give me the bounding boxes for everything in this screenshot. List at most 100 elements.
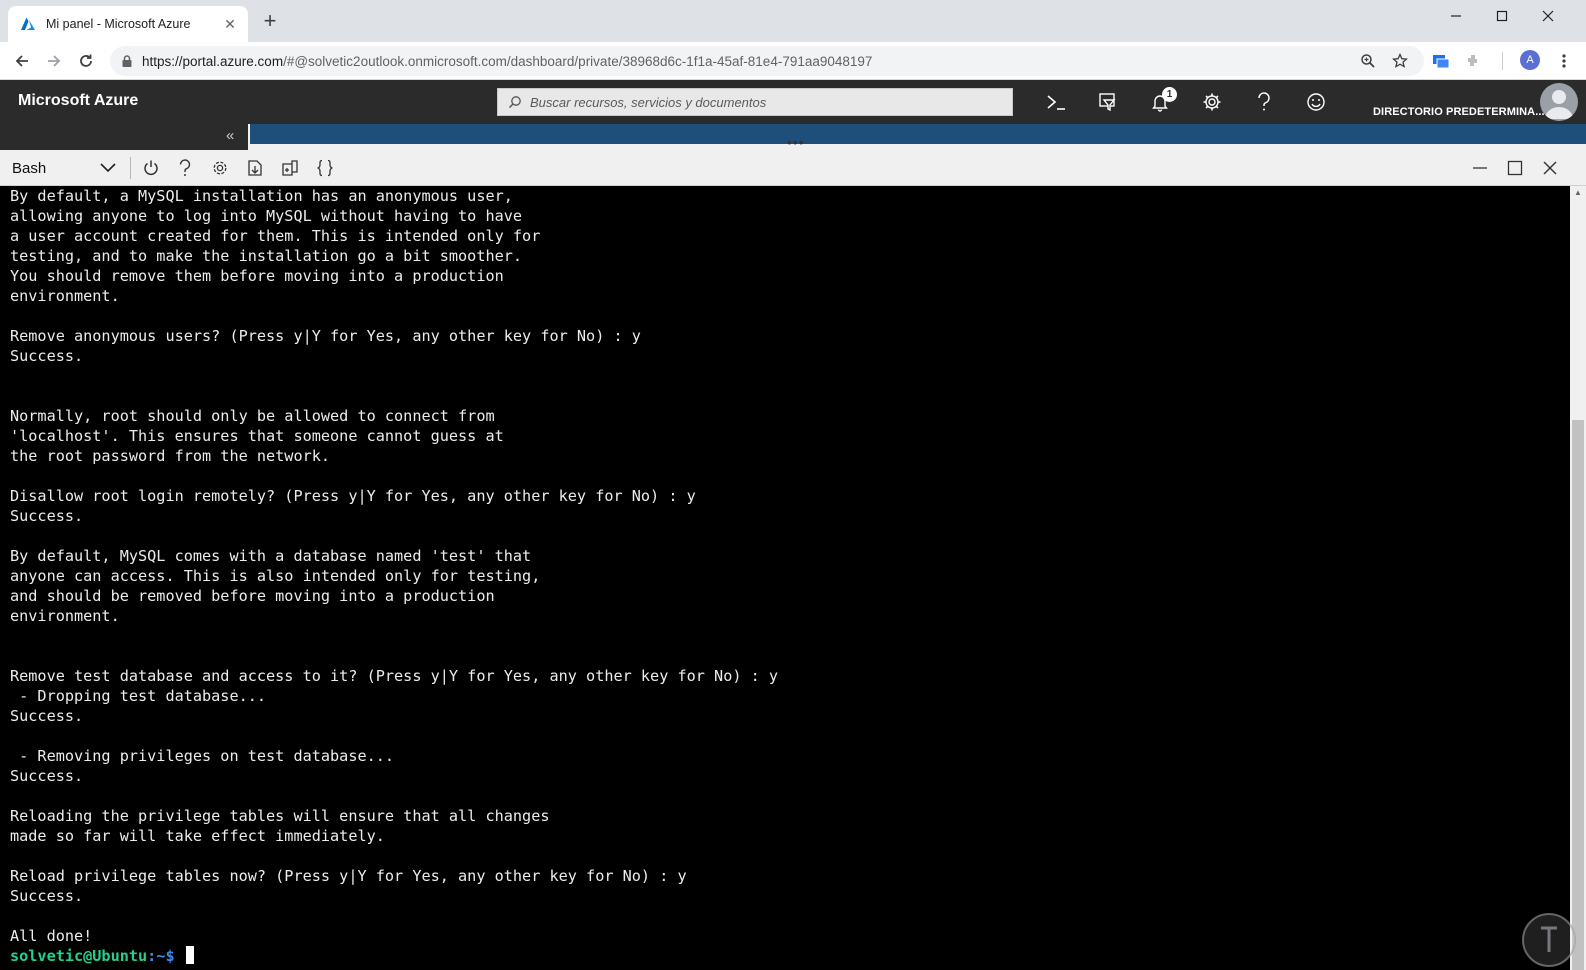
terminal-line: and should be removed before moving into… (10, 587, 495, 605)
shell-type-label: Bash (12, 159, 47, 177)
terminal-line: - Removing privileges on test database..… (10, 747, 395, 765)
profile-avatar[interactable]: A (1520, 50, 1540, 70)
cloud-shell-icon[interactable] (1040, 86, 1072, 118)
terminal-line: environment. (10, 607, 120, 625)
open-new-session-icon[interactable] (278, 156, 302, 180)
left-nav-pane: « (0, 124, 248, 150)
browser-menu-icon[interactable] (1552, 49, 1576, 73)
browser-titlebar: Mi panel - Microsoft Azure ✕ + (0, 0, 1586, 42)
terminal-line: testing, and to make the installation go… (10, 247, 523, 265)
close-shell-icon[interactable] (1538, 156, 1562, 180)
url-text: https://portal.azure.com/#@solvetic2outl… (142, 53, 873, 69)
back-icon[interactable] (10, 49, 34, 73)
lock-icon (122, 55, 132, 67)
azure-search-input[interactable]: Buscar recursos, servicios y documentos (497, 88, 1013, 116)
terminal-line: Reload privilege tables now? (Press y|Y … (10, 867, 687, 885)
terminal-line: Disallow root login remotely? (Press y|Y… (10, 487, 696, 505)
minimize-window-icon[interactable] (1433, 0, 1479, 32)
forward-icon[interactable] (42, 49, 66, 73)
maximize-shell-icon[interactable] (1503, 156, 1527, 180)
notifications-count: 1 (1162, 87, 1177, 102)
directory-filter-icon[interactable] (1092, 86, 1124, 118)
azure-header: Microsoft Azure Buscar recursos, servici… (0, 80, 1586, 124)
terminal-line: Success. (10, 887, 84, 905)
search-placeholder: Buscar recursos, servicios y documentos (530, 94, 767, 110)
address-bar: https://portal.azure.com/#@solvetic2outl… (0, 42, 1586, 80)
prompt-user: solvetic@Ubuntu (10, 947, 148, 965)
azure-brand[interactable]: Microsoft Azure (18, 92, 138, 110)
chevron-down-icon (100, 163, 116, 173)
dashboard-band (250, 124, 1586, 144)
settings-gear-icon[interactable] (1196, 86, 1228, 118)
resize-grip-icon[interactable]: ••• (787, 135, 805, 149)
bookmark-star-icon[interactable] (1388, 49, 1412, 73)
terminal-line: You should remove them before moving int… (10, 267, 504, 285)
minimize-shell-icon[interactable] (1468, 156, 1492, 180)
terminal-line: Success. (10, 347, 84, 365)
terminal-line: Reloading the privilege tables will ensu… (10, 807, 550, 825)
terminal-cursor (185, 946, 194, 964)
portal-content-strip: « ••• (0, 124, 1586, 150)
extension-icon[interactable] (1461, 49, 1485, 73)
terminal-line: All done! (10, 927, 93, 945)
new-tab-icon[interactable]: + (258, 10, 282, 34)
terminal-line: By default, MySQL comes with a database … (10, 547, 532, 565)
tab-close-icon[interactable]: ✕ (222, 16, 238, 33)
terminal-line: a user account created for them. This is… (10, 227, 541, 245)
browser-tab[interactable]: Mi panel - Microsoft Azure ✕ (8, 6, 248, 42)
settings-gear-icon[interactable] (208, 156, 232, 180)
terminal-line: Remove anonymous users? (Press y|Y for Y… (10, 327, 641, 345)
terminal-prompt-line[interactable]: solvetic@Ubuntu:~$ (10, 946, 1570, 966)
terminal-line: made so far will take effect immediately… (10, 827, 385, 845)
shell-type-select[interactable]: Bash (8, 156, 120, 180)
scroll-up-arrow-icon[interactable]: ▲ (1570, 188, 1586, 202)
open-editor-braces-icon[interactable] (313, 156, 337, 180)
terminal-line: allowing anyone to log into MySQL withou… (10, 207, 523, 225)
terminal-line: Remove test database and access to it? (… (10, 667, 779, 685)
notifications-bell-icon[interactable]: 1 (1144, 86, 1177, 118)
maximize-window-icon[interactable] (1479, 0, 1525, 32)
feedback-smiley-icon[interactable] (1300, 86, 1332, 118)
help-icon[interactable] (173, 156, 197, 180)
restart-power-icon[interactable] (139, 156, 163, 180)
upload-download-files-icon[interactable] (243, 156, 267, 180)
solvetic-watermark-logo (1522, 913, 1576, 967)
close-window-icon[interactable] (1525, 0, 1571, 32)
terminal-line: Success. (10, 707, 84, 725)
terminal-line: anyone can access. This is also intended… (10, 567, 541, 585)
terminal-line: 'localhost'. This ensures that someone c… (10, 427, 504, 445)
toolbar-separator (1502, 52, 1503, 70)
zoom-icon[interactable] (1356, 49, 1380, 73)
search-icon (508, 96, 521, 109)
tab-title: Mi panel - Microsoft Azure (46, 17, 191, 31)
terminal-line: Success. (10, 507, 84, 525)
extension-translate-icon[interactable] (1429, 49, 1453, 73)
url-field[interactable]: https://portal.azure.com/#@solvetic2outl… (110, 46, 1424, 76)
terminal-output[interactable]: By default, a MySQL installation has an … (0, 186, 1570, 970)
terminal-line: By default, a MySQL installation has an … (10, 187, 513, 205)
terminal-line: Normally, root should only be allowed to… (10, 407, 495, 425)
help-icon[interactable] (1248, 86, 1280, 118)
prompt-path: :~$ (147, 947, 175, 965)
scrollbar-thumb[interactable] (1572, 420, 1584, 970)
reload-icon[interactable] (74, 49, 98, 73)
terminal-line: - Dropping test database... (10, 687, 267, 705)
user-avatar[interactable] (1540, 83, 1578, 121)
azure-logo-icon (21, 17, 35, 30)
cloud-shell-toolbar: Bash (0, 150, 1586, 186)
terminal-line: the root password from the network. (10, 447, 331, 465)
directory-name[interactable]: DIRECTORIO PREDETERMINA... (1373, 106, 1545, 118)
collapse-menu-icon[interactable]: « (226, 127, 234, 144)
terminal-lines: By default, a MySQL installation has an … (10, 186, 1570, 946)
